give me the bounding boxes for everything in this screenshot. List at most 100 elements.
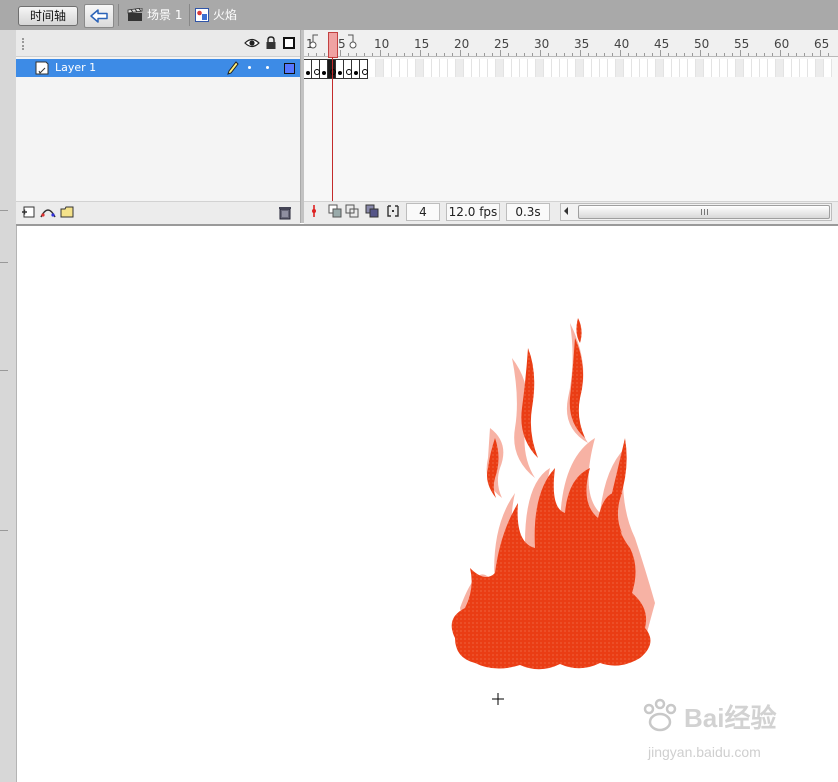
frame-cell[interactable]: [384, 59, 392, 77]
frame-cell[interactable]: [496, 59, 504, 77]
frame-cell[interactable]: [360, 59, 368, 79]
scroll-left-icon[interactable]: [562, 206, 570, 216]
onion-skin-markers[interactable]: [308, 32, 358, 54]
lock-icon[interactable]: [265, 36, 277, 50]
frame-cell[interactable]: [448, 59, 456, 77]
trash-icon[interactable]: [278, 205, 292, 220]
frame-cell[interactable]: [344, 59, 352, 79]
layer-lock-dot[interactable]: [266, 66, 269, 69]
frame-cell[interactable]: [488, 59, 496, 77]
frame-rate-field[interactable]: 12.0 fps: [446, 203, 500, 221]
frame-cell[interactable]: [736, 59, 744, 77]
ruler-tick: [756, 53, 757, 56]
frame-cell[interactable]: [664, 59, 672, 77]
frame-cell[interactable]: [472, 59, 480, 77]
frame-cell[interactable]: [720, 59, 728, 77]
frame-cell[interactable]: [712, 59, 720, 77]
new-folder-icon[interactable]: [59, 205, 75, 219]
movieclip-icon: [195, 8, 209, 22]
frame-cell[interactable]: [744, 59, 752, 77]
frame-cell[interactable]: [312, 59, 320, 79]
layer-visible-dot[interactable]: [248, 66, 251, 69]
onion-skin-outlines-icon[interactable]: [345, 204, 359, 218]
frame-cell[interactable]: [456, 59, 464, 77]
frame-cell[interactable]: [592, 59, 600, 77]
frame-cell[interactable]: [576, 59, 584, 77]
frame-ruler[interactable]: 15101520253035404550556065: [304, 30, 838, 57]
frame-cell[interactable]: [480, 59, 488, 77]
frame-cell[interactable]: [336, 59, 344, 79]
frame-cell[interactable]: [304, 59, 312, 79]
timeline-toggle-button[interactable]: 时间轴: [18, 6, 78, 26]
frame-cell[interactable]: [648, 59, 656, 77]
eye-icon[interactable]: [244, 37, 260, 49]
outline-square-icon[interactable]: [283, 37, 295, 49]
frame-cell[interactable]: [504, 59, 512, 77]
new-layer-icon[interactable]: [21, 205, 37, 219]
frame-cell[interactable]: [808, 59, 816, 77]
frame-cell[interactable]: [376, 59, 384, 77]
frame-cell[interactable]: [728, 59, 736, 77]
frame-cell[interactable]: [536, 59, 544, 77]
frame-cell[interactable]: [656, 59, 664, 77]
frame-cell[interactable]: [568, 59, 576, 77]
frame-cell[interactable]: [424, 59, 432, 77]
frame-cell[interactable]: [616, 59, 624, 77]
frame-cell[interactable]: [784, 59, 792, 77]
frame-cell[interactable]: [440, 59, 448, 77]
frame-cell[interactable]: [792, 59, 800, 77]
frame-cell[interactable]: [408, 59, 416, 77]
frame-cell[interactable]: [680, 59, 688, 77]
frame-cell[interactable]: [368, 59, 376, 77]
center-frame-icon[interactable]: [308, 204, 320, 218]
frame-cell[interactable]: [816, 59, 824, 77]
frame-cell[interactable]: [760, 59, 768, 77]
frame-cell[interactable]: [624, 59, 632, 77]
frame-cell[interactable]: [704, 59, 712, 77]
frame-cell[interactable]: [608, 59, 616, 77]
scene-breadcrumb[interactable]: 场景 1: [127, 6, 182, 24]
layer-outline-color[interactable]: [284, 63, 295, 74]
frame-cell[interactable]: [640, 59, 648, 77]
frame-cell[interactable]: [320, 59, 328, 79]
frame-cell[interactable]: [352, 59, 360, 79]
frame-cell[interactable]: [696, 59, 704, 77]
frame-cell[interactable]: [824, 59, 832, 77]
scrollbar-thumb[interactable]: [578, 205, 830, 219]
frame-cell[interactable]: [392, 59, 400, 77]
frame-cell[interactable]: [512, 59, 520, 77]
ruler-tick: [812, 53, 813, 56]
frame-cell[interactable]: [416, 59, 424, 77]
frame-grid[interactable]: [304, 57, 838, 201]
frame-cell[interactable]: [464, 59, 472, 77]
frame-cell[interactable]: [552, 59, 560, 77]
frame-cell[interactable]: [688, 59, 696, 77]
frame-cell[interactable]: [672, 59, 680, 77]
modify-onion-markers-icon[interactable]: [386, 204, 400, 218]
ruler-tick: [620, 50, 621, 56]
frame-cell[interactable]: [632, 59, 640, 77]
frame-cell[interactable]: [768, 59, 776, 77]
ruler-tick: [396, 53, 397, 56]
back-button[interactable]: [84, 4, 114, 28]
frame-cell[interactable]: [800, 59, 808, 77]
flame-graphic[interactable]: [440, 318, 670, 673]
ruler-tick-label: 25: [494, 37, 510, 51]
layer-name[interactable]: Layer 1: [55, 61, 96, 75]
layer-row[interactable]: Layer 1: [16, 59, 300, 77]
frame-cell[interactable]: [528, 59, 536, 77]
frame-cell[interactable]: [544, 59, 552, 77]
frame-cell[interactable]: [584, 59, 592, 77]
edit-multiple-frames-icon[interactable]: [365, 204, 379, 218]
frame-cell[interactable]: [600, 59, 608, 77]
onion-skin-icon[interactable]: [328, 204, 342, 218]
symbol-breadcrumb[interactable]: 火焰: [195, 6, 237, 24]
ruler-tick: [404, 53, 405, 56]
frame-cell[interactable]: [400, 59, 408, 77]
frame-cell[interactable]: [520, 59, 528, 77]
add-motion-guide-icon[interactable]: [39, 205, 57, 219]
frame-cell[interactable]: [432, 59, 440, 77]
frame-cell[interactable]: [752, 59, 760, 77]
frame-cell[interactable]: [776, 59, 784, 77]
frame-cell[interactable]: [560, 59, 568, 77]
